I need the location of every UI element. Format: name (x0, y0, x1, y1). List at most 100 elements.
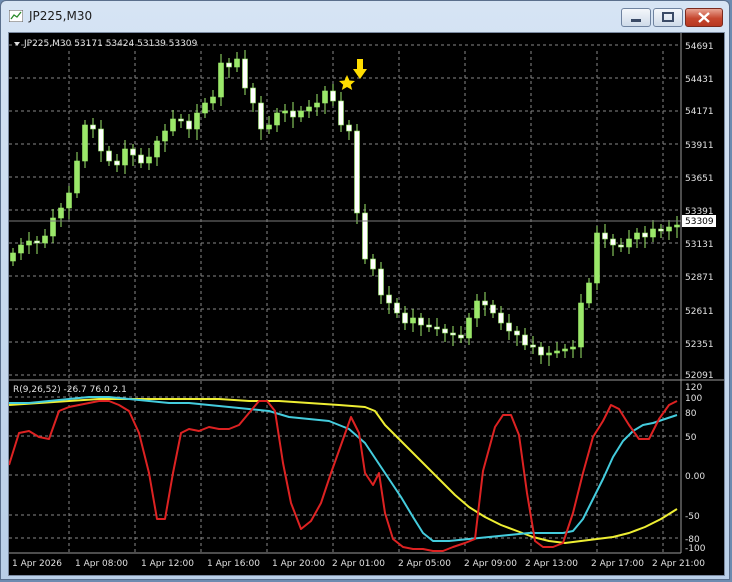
candle-body (290, 110, 296, 118)
candle-body (570, 346, 576, 350)
candle-body (34, 240, 40, 244)
candle-body (234, 58, 240, 68)
candle-body (154, 140, 160, 158)
candle-body (178, 118, 184, 122)
candle-body (330, 90, 336, 102)
time-label: 2 Apr 21:00 (652, 559, 705, 569)
candle-body (466, 317, 472, 339)
indicator-level: -100 (685, 544, 706, 554)
candle-body (338, 100, 344, 126)
candle-body (634, 232, 640, 240)
close-button[interactable] (685, 8, 723, 27)
time-label: 1 Apr 20:00 (272, 559, 325, 569)
chart-area[interactable]: JP225,M30 53171 53424 53139 53309 R(9,26… (8, 32, 725, 576)
candle-body (618, 244, 624, 248)
candle-body (410, 317, 416, 324)
window-title: JP225,M30 (29, 9, 93, 23)
candle-body (602, 232, 608, 240)
candle-body (450, 332, 456, 336)
indicator-level: 50 (685, 433, 697, 443)
signal-marker (339, 59, 367, 90)
candle-body (18, 244, 24, 254)
price-axis: 54691 54431 54171 53911 53651 53391 5330… (682, 42, 716, 381)
candle-body (346, 124, 352, 132)
indicator-axis: 120 100 80 50 0.00 -50 -80 -100 (685, 383, 706, 554)
price-label: 54431 (685, 75, 714, 85)
price-label: 52871 (685, 273, 714, 283)
candle-body (42, 235, 48, 244)
time-label: 1 Apr 08:00 (75, 559, 128, 569)
time-label: 2 Apr 17:00 (591, 559, 644, 569)
candle-body (498, 312, 504, 324)
time-axis: 1 Apr 2026 1 Apr 08:00 1 Apr 12:00 1 Apr… (12, 559, 705, 569)
candle-body (26, 240, 32, 246)
chart-canvas[interactable]: JP225,M30 53171 53424 53139 53309 R(9,26… (8, 33, 724, 575)
grid (9, 44, 681, 553)
candle-body (266, 124, 272, 130)
symbol-info: JP225,M30 53171 53424 53139 53309 (23, 39, 198, 49)
minimize-button[interactable] (621, 8, 651, 27)
candle-body (250, 87, 256, 104)
price-label: 53911 (685, 141, 714, 151)
candle-body (378, 268, 384, 296)
candle-body (658, 228, 664, 232)
time-label: 1 Apr 16:00 (207, 559, 260, 569)
candle-body (306, 106, 312, 112)
candle-body (370, 258, 376, 270)
indicator-level: -50 (685, 512, 700, 522)
time-label: 1 Apr 12:00 (141, 559, 194, 569)
indicator-level: 80 (685, 409, 697, 419)
maximize-button[interactable] (653, 8, 683, 27)
candle-body (298, 110, 304, 118)
star-icon (339, 75, 355, 90)
candle-body (74, 160, 80, 194)
candlesticks (10, 50, 680, 366)
chart-window: JP225,M30 JP225,M30 53171 53424 53139 53… (0, 0, 730, 580)
time-label: 2 Apr 05:00 (398, 559, 451, 569)
candle-body (530, 344, 536, 348)
candle-body (146, 156, 152, 164)
candle-body (418, 317, 424, 326)
current-price-label: 53309 (685, 217, 714, 227)
candle-body (242, 58, 248, 89)
candle-body (434, 326, 440, 330)
time-label: 2 Apr 09:00 (464, 559, 517, 569)
candle-body (170, 118, 176, 132)
candle-body (482, 300, 488, 306)
candle-body (130, 148, 136, 156)
time-label: 1 Apr 2026 (12, 559, 62, 569)
candle-body (506, 322, 512, 332)
indicator-info: R(9,26,52) -26.7 76.0 2.1 (13, 385, 127, 395)
candle-body (458, 334, 464, 339)
candle-body (114, 160, 120, 166)
price-label: 54691 (685, 42, 714, 52)
candle-body (626, 238, 632, 248)
candle-body (546, 352, 552, 356)
candle-body (362, 212, 368, 260)
candle-body (218, 62, 224, 98)
triangle-down-icon (14, 42, 20, 46)
candle-body (354, 130, 360, 214)
candle-body (490, 304, 496, 314)
candle-body (402, 312, 408, 324)
title-bar[interactable]: JP225,M30 (1, 1, 729, 31)
candle-body (98, 128, 104, 152)
candle-body (10, 252, 16, 262)
candle-body (426, 324, 432, 328)
candle-body (138, 154, 144, 164)
candle-body (442, 328, 448, 334)
price-label: 52351 (685, 340, 714, 350)
candle-body (90, 124, 96, 130)
chart-header: JP225,M30 53171 53424 53139 53309 (14, 39, 198, 49)
indicator-level: 120 (685, 383, 702, 393)
candle-body (202, 102, 208, 114)
candle-body (474, 300, 480, 319)
candle-body (586, 282, 592, 304)
candle-body (282, 110, 288, 114)
candle-body (322, 90, 328, 104)
price-label: 53651 (685, 174, 714, 184)
candle-body (578, 302, 584, 348)
candle-body (274, 112, 280, 126)
candle-body (650, 228, 656, 238)
yellow-indicator-line (8, 398, 678, 544)
